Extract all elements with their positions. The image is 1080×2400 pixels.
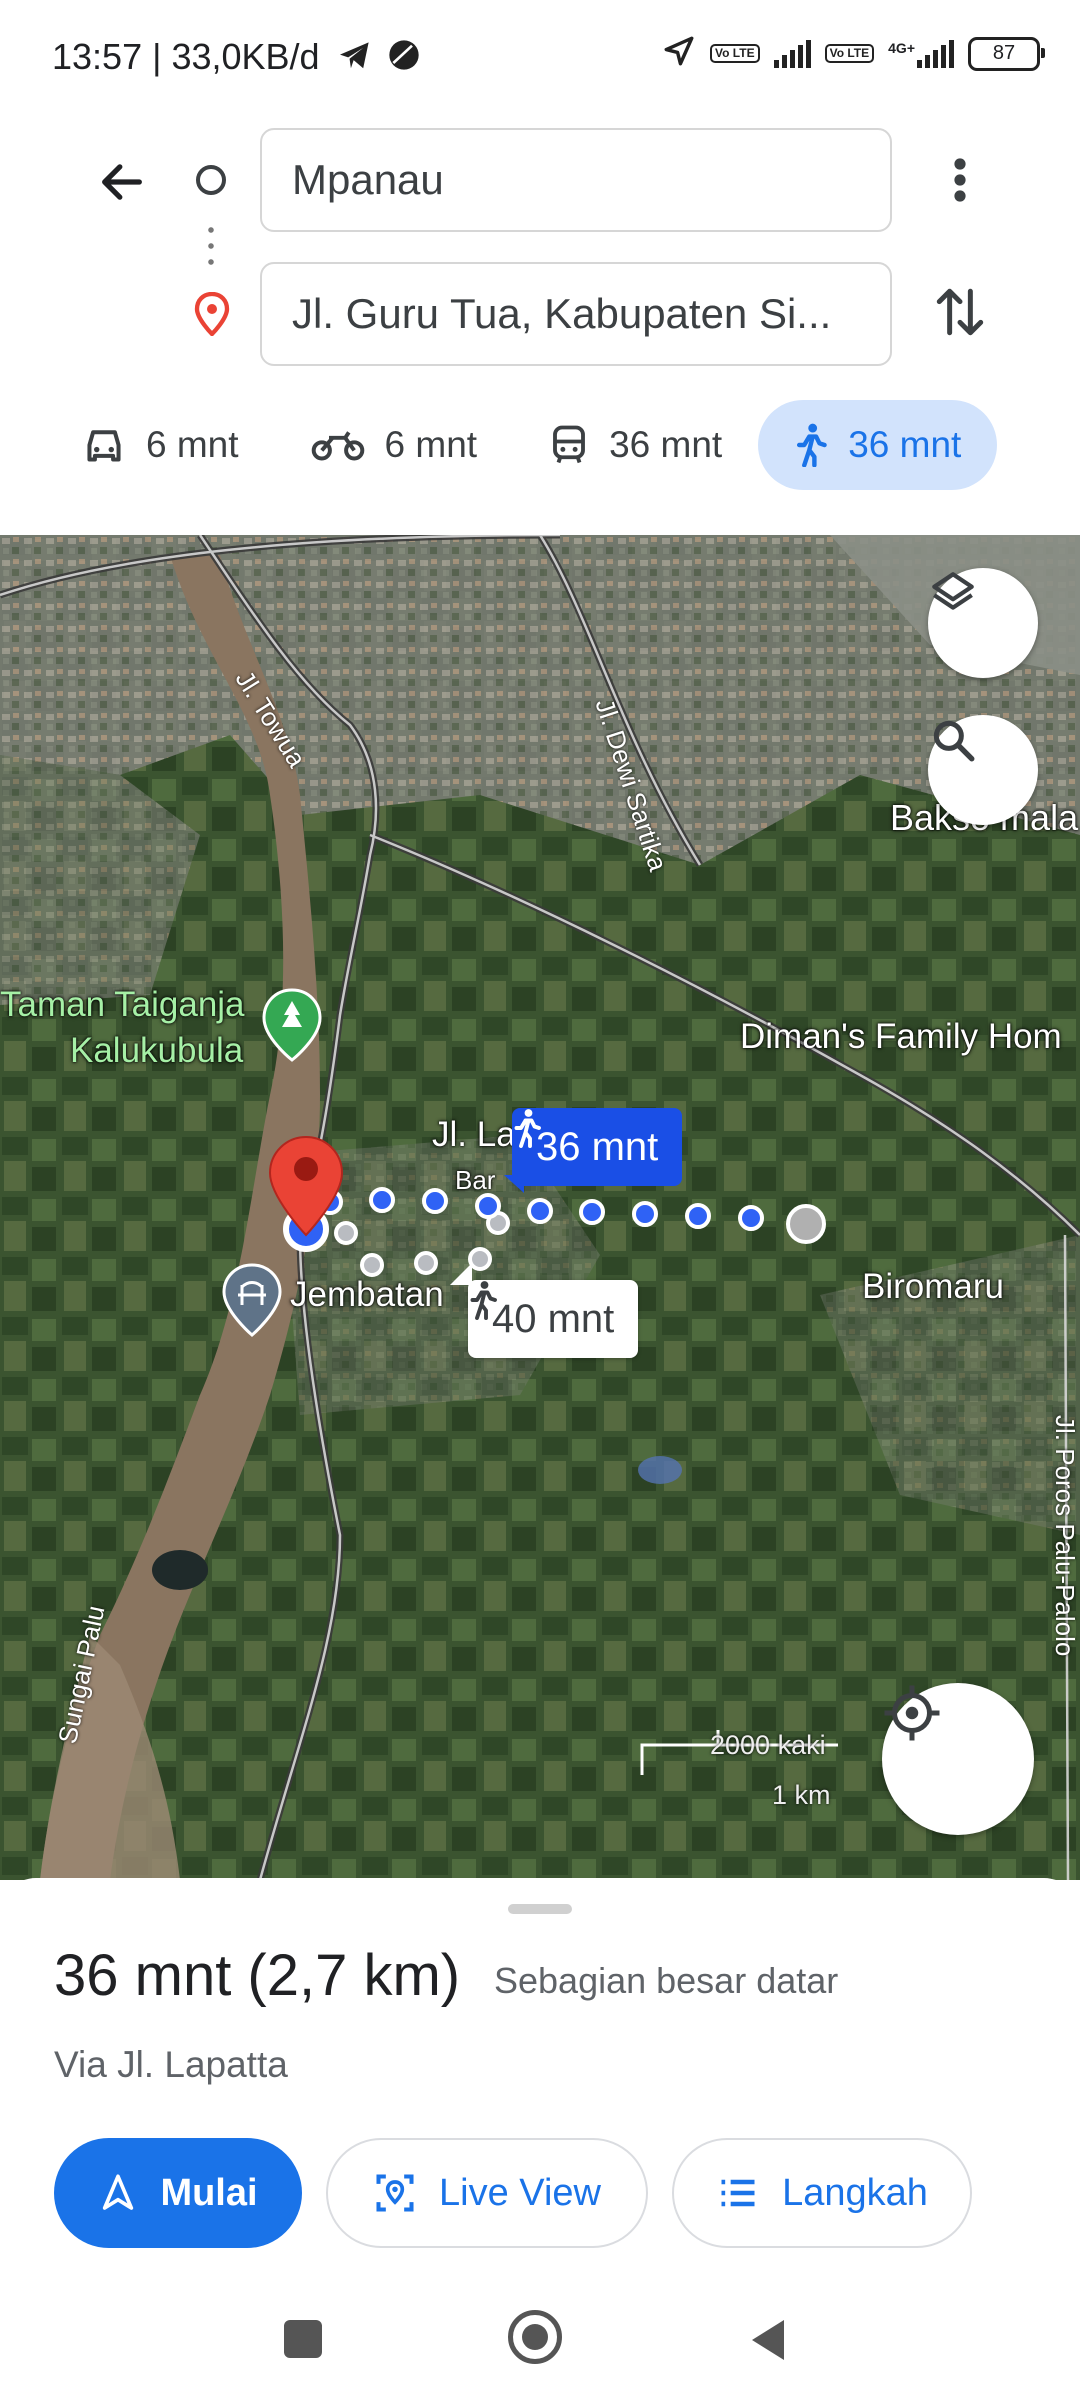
- layers-button[interactable]: [928, 568, 1038, 678]
- route-callout-alternative[interactable]: 40 mnt: [468, 1280, 639, 1358]
- live-view-button[interactable]: Live View: [326, 2138, 648, 2248]
- volte-badge-2: Vo LTE: [824, 44, 875, 63]
- volte-badge-1: Vo LTE: [710, 44, 760, 63]
- start-button-label: Mulai: [160, 2171, 258, 2214]
- destination-input-text: Jl. Guru Tua, Kabupaten Si...: [292, 290, 832, 337]
- more-options-button[interactable]: [930, 150, 990, 210]
- swap-button[interactable]: [928, 280, 992, 344]
- steps-button-label: Langkah: [782, 2171, 928, 2214]
- signal-icon-1: [773, 39, 811, 68]
- area-label-biromaru: Biromaru: [862, 1267, 1004, 1306]
- steps-button[interactable]: Langkah: [672, 2138, 972, 2248]
- list-icon: [721, 2179, 755, 2207]
- poi-label-taman-taiganja: Taman Taiganja: [0, 985, 245, 1024]
- poi-label-kalukubula: Kalukubula: [70, 1031, 244, 1070]
- tab-driving-label: 6 mnt: [146, 424, 239, 465]
- road-label-bar: Bar: [455, 1165, 496, 1195]
- swap-vert-icon: [936, 288, 984, 336]
- telegram-icon: [338, 38, 372, 80]
- status-time-row: 13:57 | 33,0KB/d: [52, 36, 420, 80]
- nav-home-button[interactable]: [508, 2310, 562, 2364]
- poi-label-jembatan: Jembatan: [290, 1275, 444, 1314]
- app-notification-icon: [388, 38, 420, 80]
- battery-level: 87: [992, 42, 1016, 64]
- origin-circle-icon: [196, 165, 226, 195]
- travel-mode-tabs: 6 mnt 6 mnt 36 mnt 36 mnt: [56, 400, 998, 490]
- more-vert-icon: [954, 158, 966, 202]
- destination-input[interactable]: Jl. Guru Tua, Kabupaten Si...: [260, 262, 892, 366]
- road-label-jl-la: Jl. La: [432, 1115, 516, 1154]
- tab-driving[interactable]: 6 mnt: [56, 400, 275, 490]
- route-callout-main-pointer: [504, 1175, 524, 1193]
- status-right: Vo LTE Vo LTE 4G+ 87: [662, 34, 1045, 73]
- status-time: 13:57: [52, 36, 143, 77]
- origin-input-text: Mpanau: [292, 156, 444, 203]
- scale-label-km: 1 km: [772, 1780, 831, 1810]
- tab-transit-label: 36 mnt: [609, 424, 723, 465]
- satellite-map-imagery: [0, 535, 1080, 1880]
- location-arrow-icon: [662, 34, 696, 73]
- transit-icon: [553, 425, 586, 464]
- walk-icon: [797, 423, 827, 467]
- my-location-icon: [884, 1685, 940, 1741]
- route-callout-alternative-pointer: [450, 1263, 472, 1285]
- network-type: 4G+: [888, 39, 915, 56]
- route-callout-main[interactable]: 36 mnt: [512, 1108, 683, 1186]
- search-icon: [933, 720, 975, 762]
- sheet-drag-handle[interactable]: [508, 1904, 572, 1914]
- terrain-info: Sebagian besar datar: [494, 1960, 839, 2001]
- road-label-poros-palu-palolo: Jl. Poros Palu-Palolo: [1050, 1415, 1080, 1657]
- status-net-speed: 33,0KB/d: [171, 36, 320, 77]
- nav-home-dot: [522, 2324, 548, 2350]
- battery-indicator: 87: [968, 36, 1045, 71]
- destination-pin-icon: [192, 291, 232, 341]
- origin-input[interactable]: Mpanau: [260, 128, 892, 232]
- search-along-route-button[interactable]: [928, 715, 1038, 825]
- live-view-icon: [376, 2174, 414, 2212]
- status-bar: 13:57 | 33,0KB/d Vo LTE Vo LTE 4G+ 87: [0, 0, 1080, 110]
- live-view-button-label: Live View: [439, 2171, 601, 2214]
- route-dots-icon: [208, 222, 214, 272]
- walk-icon: [514, 1109, 541, 1148]
- walk-icon: [470, 1281, 497, 1320]
- tab-walking[interactable]: 36 mnt: [758, 400, 998, 490]
- route-summary: 36 mnt (2,7 km): [54, 1943, 461, 2008]
- nav-back-button[interactable]: [748, 2316, 788, 2369]
- map-view[interactable]: Jl. Towua Jl. Dewi Sartika Bakso mala da…: [0, 535, 1080, 1880]
- navigation-arrow-icon: [103, 2174, 134, 2210]
- scale-label-feet: 2000 kaki: [710, 1730, 826, 1760]
- start-button[interactable]: Mulai: [54, 2138, 302, 2248]
- nav-back-triangle-icon: [752, 2320, 784, 2360]
- tab-motorcycle-label: 6 mnt: [384, 424, 478, 465]
- network-type-group: 4G+: [888, 39, 954, 68]
- route-details-sheet[interactable]: 36 mnt (2,7 km) Sebagian besar datar Via…: [0, 1878, 1080, 2400]
- tab-transit[interactable]: 36 mnt: [513, 400, 758, 490]
- route-via: Via Jl. Lapatta: [54, 2044, 288, 2085]
- signal-icon-2: [917, 39, 954, 68]
- car-icon: [87, 430, 121, 462]
- route-callout-alternative-label: 40 mnt: [492, 1296, 615, 1341]
- tab-walking-label: 36 mnt: [848, 424, 962, 465]
- nav-recents-button[interactable]: [284, 2320, 322, 2358]
- back-button[interactable]: [92, 152, 152, 212]
- layers-icon: [932, 572, 974, 610]
- poi-label-dimans-family-home: Diman's Family Hom: [740, 1017, 1062, 1056]
- motorcycle-icon: [311, 431, 364, 461]
- back-arrow-icon: [102, 164, 142, 200]
- tab-motorcycle[interactable]: 6 mnt: [275, 400, 514, 490]
- my-location-button[interactable]: [882, 1683, 1034, 1835]
- route-callout-main-label: 36 mnt: [536, 1124, 659, 1169]
